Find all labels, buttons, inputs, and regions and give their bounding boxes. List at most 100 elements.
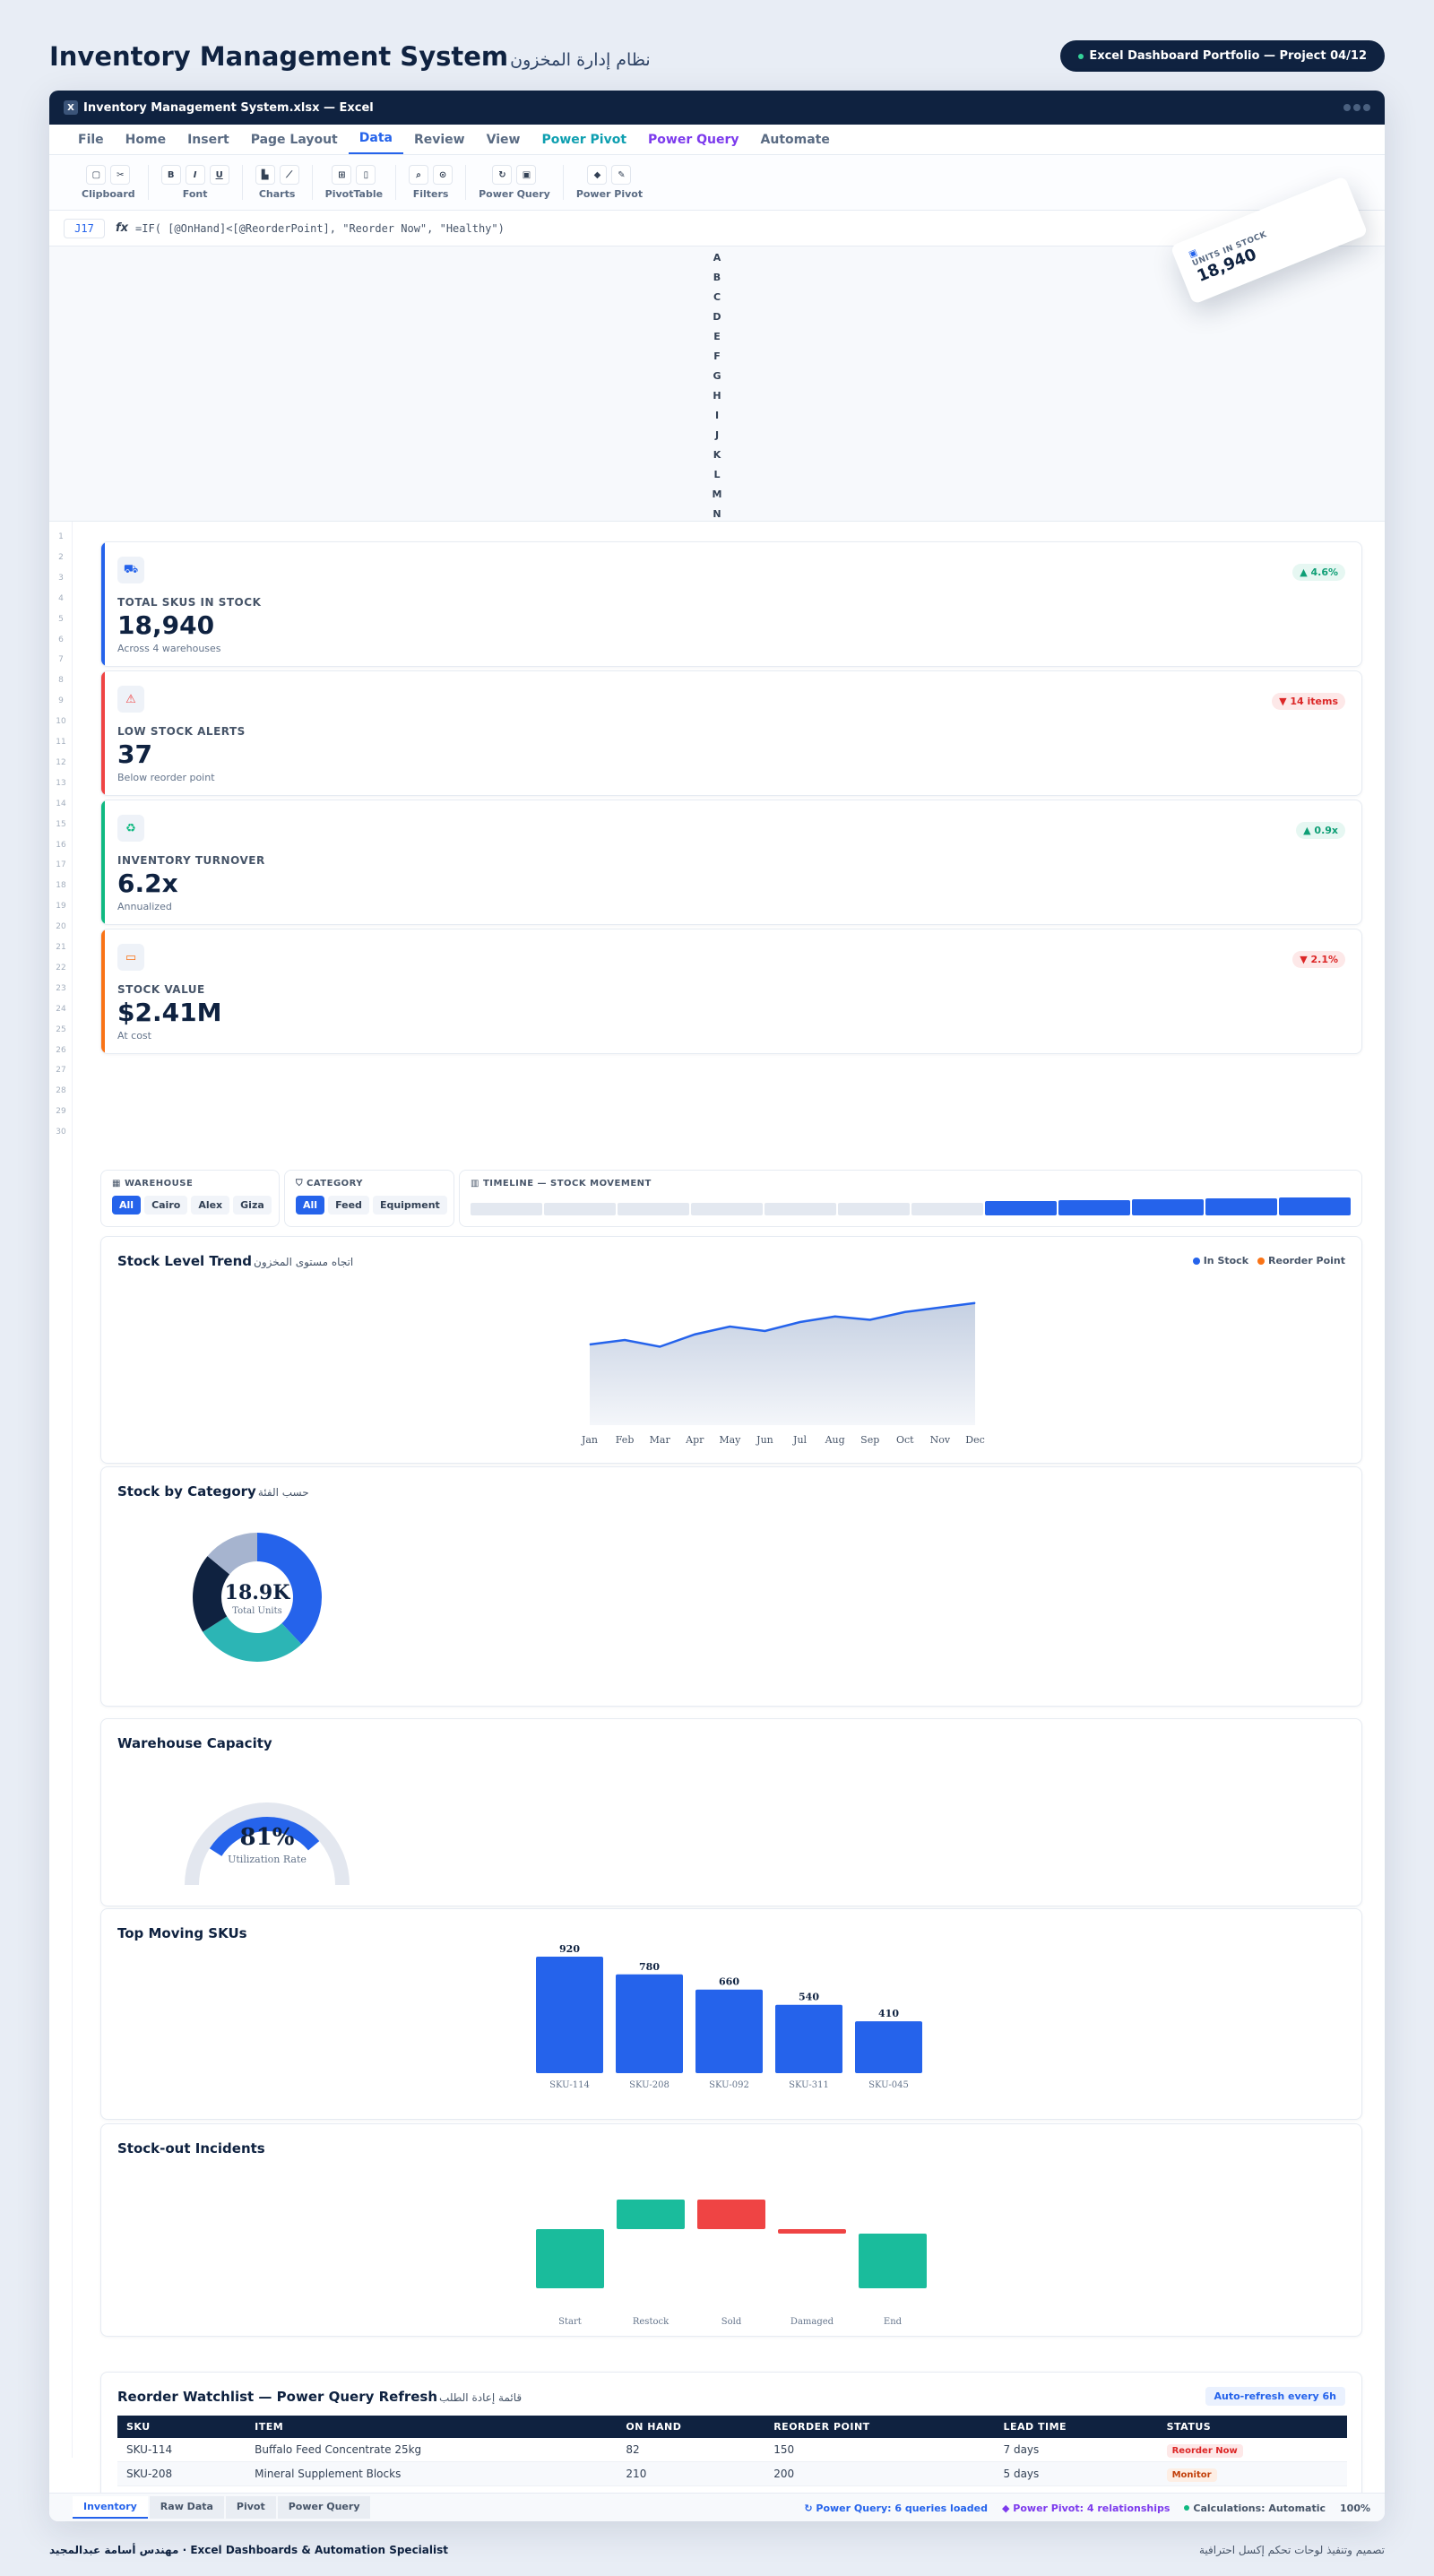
timeline-period[interactable] — [1058, 1200, 1130, 1215]
search-icon[interactable]: ⌕ — [409, 165, 429, 185]
column-header-d[interactable]: D — [708, 311, 726, 323]
menu-item-power-pivot[interactable]: Power Pivot — [531, 133, 637, 154]
bar-chart-icon[interactable]: ▙ — [255, 165, 275, 185]
power-query-status[interactable]: ↻ Power Query: 6 queries loaded — [804, 2503, 988, 2514]
window-control-dot-icon[interactable] — [1353, 104, 1361, 111]
column-header-g[interactable]: G — [708, 370, 726, 382]
slicer-chip-all[interactable]: All — [296, 1196, 325, 1215]
funnel-icon[interactable]: ⊙ — [433, 165, 454, 185]
menu-item-view[interactable]: View — [476, 133, 531, 154]
row-number[interactable]: 14 — [49, 800, 73, 808]
sheet-tab-raw-data[interactable]: Raw Data — [149, 2496, 224, 2519]
row-number[interactable]: 1 — [49, 532, 73, 541]
bold-button[interactable]: B — [160, 165, 181, 185]
document-icon[interactable]: ▯ — [356, 165, 376, 185]
timeline-period[interactable] — [691, 1203, 763, 1215]
window-controls[interactable] — [1343, 104, 1370, 111]
row-number[interactable]: 24 — [49, 1005, 73, 1014]
cell-reference-box[interactable]: J17 — [64, 218, 105, 238]
timeline-period[interactable] — [1205, 1198, 1277, 1215]
formula-input[interactable]: =IF( [@OnHand]<[@ReorderPoint], "Reorder… — [135, 222, 505, 235]
timeline-period[interactable] — [544, 1203, 616, 1215]
timeline-bar[interactable] — [471, 1196, 1351, 1215]
table-header[interactable]: REORDER POINT — [765, 2416, 995, 2438]
slicer-chip-cairo[interactable]: Cairo — [144, 1196, 188, 1215]
row-number[interactable]: 15 — [49, 820, 73, 829]
row-number[interactable]: 7 — [49, 655, 73, 664]
sheet-tab-inventory[interactable]: Inventory — [73, 2496, 148, 2519]
row-number[interactable]: 11 — [49, 738, 73, 747]
row-number[interactable]: 21 — [49, 943, 73, 952]
column-header-n[interactable]: N — [708, 508, 726, 520]
table-header[interactable]: LEAD TIME — [994, 2416, 1158, 2438]
table-header[interactable]: ON HAND — [617, 2416, 765, 2438]
power-pivot-status[interactable]: ◆ Power Pivot: 4 relationships — [1002, 2503, 1170, 2514]
row-number[interactable]: 25 — [49, 1025, 73, 1034]
underline-button[interactable]: U — [209, 165, 229, 185]
row-number[interactable]: 5 — [49, 615, 73, 624]
timeline-period[interactable] — [1132, 1199, 1204, 1215]
row-number[interactable]: 6 — [49, 635, 73, 644]
timeline-period[interactable] — [1279, 1197, 1351, 1215]
column-header-m[interactable]: M — [708, 488, 726, 500]
row-number[interactable]: 30 — [49, 1128, 73, 1137]
column-header-c[interactable]: C — [708, 291, 726, 303]
window-control-dot-icon[interactable] — [1343, 104, 1351, 111]
save-icon[interactable]: ▣ — [516, 165, 537, 185]
row-number[interactable]: 22 — [49, 964, 73, 972]
column-header-l[interactable]: L — [708, 469, 726, 480]
row-number[interactable]: 19 — [49, 902, 73, 911]
row-number[interactable]: 26 — [49, 1046, 73, 1055]
clipboard-icon[interactable]: ▢ — [86, 165, 107, 185]
column-header-j[interactable]: J — [708, 429, 726, 441]
table-row[interactable]: SKU-208 Mineral Supplement Blocks 210 200 5 … — [117, 2461, 1347, 2486]
slicer-chip-feed[interactable]: Feed — [328, 1196, 369, 1215]
row-number[interactable]: 18 — [49, 881, 73, 890]
menu-item-data[interactable]: Data — [348, 131, 403, 154]
sheet-tab-power-query[interactable]: Power Query — [277, 2496, 371, 2519]
menu-item-insert[interactable]: Insert — [177, 133, 240, 154]
row-number[interactable]: 17 — [49, 860, 73, 869]
pencil-icon[interactable]: ✎ — [611, 165, 632, 185]
row-number[interactable]: 2 — [49, 553, 73, 562]
row-number[interactable]: 23 — [49, 984, 73, 993]
row-number[interactable]: 27 — [49, 1066, 73, 1075]
table-header[interactable]: STATUS — [1157, 2416, 1347, 2438]
menu-item-review[interactable]: Review — [403, 133, 476, 154]
timeline-period[interactable] — [765, 1203, 836, 1215]
column-header-e[interactable]: E — [708, 331, 726, 342]
zoom-level[interactable]: 100% — [1340, 2503, 1370, 2514]
menu-item-power-query[interactable]: Power Query — [637, 133, 749, 154]
diamond-icon[interactable]: ◆ — [587, 165, 608, 185]
menu-item-automate[interactable]: Automate — [750, 133, 841, 154]
timeline-period[interactable] — [911, 1203, 983, 1215]
row-number[interactable]: 28 — [49, 1086, 73, 1095]
column-header-a[interactable]: A — [708, 252, 726, 264]
row-number[interactable]: 29 — [49, 1107, 73, 1116]
window-control-dot-icon[interactable] — [1363, 104, 1370, 111]
timeline-period[interactable] — [838, 1203, 910, 1215]
table-header[interactable]: SKU — [117, 2416, 246, 2438]
italic-button[interactable]: I — [185, 165, 205, 185]
row-number[interactable]: 8 — [49, 676, 73, 685]
slicer-chip-equipment[interactable]: Equipment — [372, 1196, 447, 1215]
slicer-chip-giza[interactable]: Giza — [233, 1196, 272, 1215]
row-number[interactable]: 3 — [49, 574, 73, 583]
menu-item-file[interactable]: File — [67, 133, 115, 154]
row-number[interactable]: 12 — [49, 758, 73, 767]
fx-icon[interactable]: fx — [116, 221, 128, 235]
column-header-i[interactable]: I — [708, 410, 726, 421]
line-chart-icon[interactable]: ⟋ — [279, 165, 299, 185]
column-header-h[interactable]: H — [708, 390, 726, 402]
table-row[interactable]: SKU-114 Buffalo Feed Concentrate 25kg 82 15… — [117, 2438, 1347, 2462]
scissors-icon[interactable]: ✂ — [110, 165, 131, 185]
row-number[interactable]: 13 — [49, 779, 73, 788]
refresh-icon[interactable]: ↻ — [492, 165, 513, 185]
grid-icon[interactable]: ⊞ — [332, 165, 352, 185]
menu-item-home[interactable]: Home — [115, 133, 177, 154]
column-header-f[interactable]: F — [708, 350, 726, 362]
row-number[interactable]: 9 — [49, 696, 73, 705]
slicer-chip-all[interactable]: All — [112, 1196, 142, 1215]
column-header-b[interactable]: B — [708, 272, 726, 283]
row-number[interactable]: 16 — [49, 841, 73, 850]
